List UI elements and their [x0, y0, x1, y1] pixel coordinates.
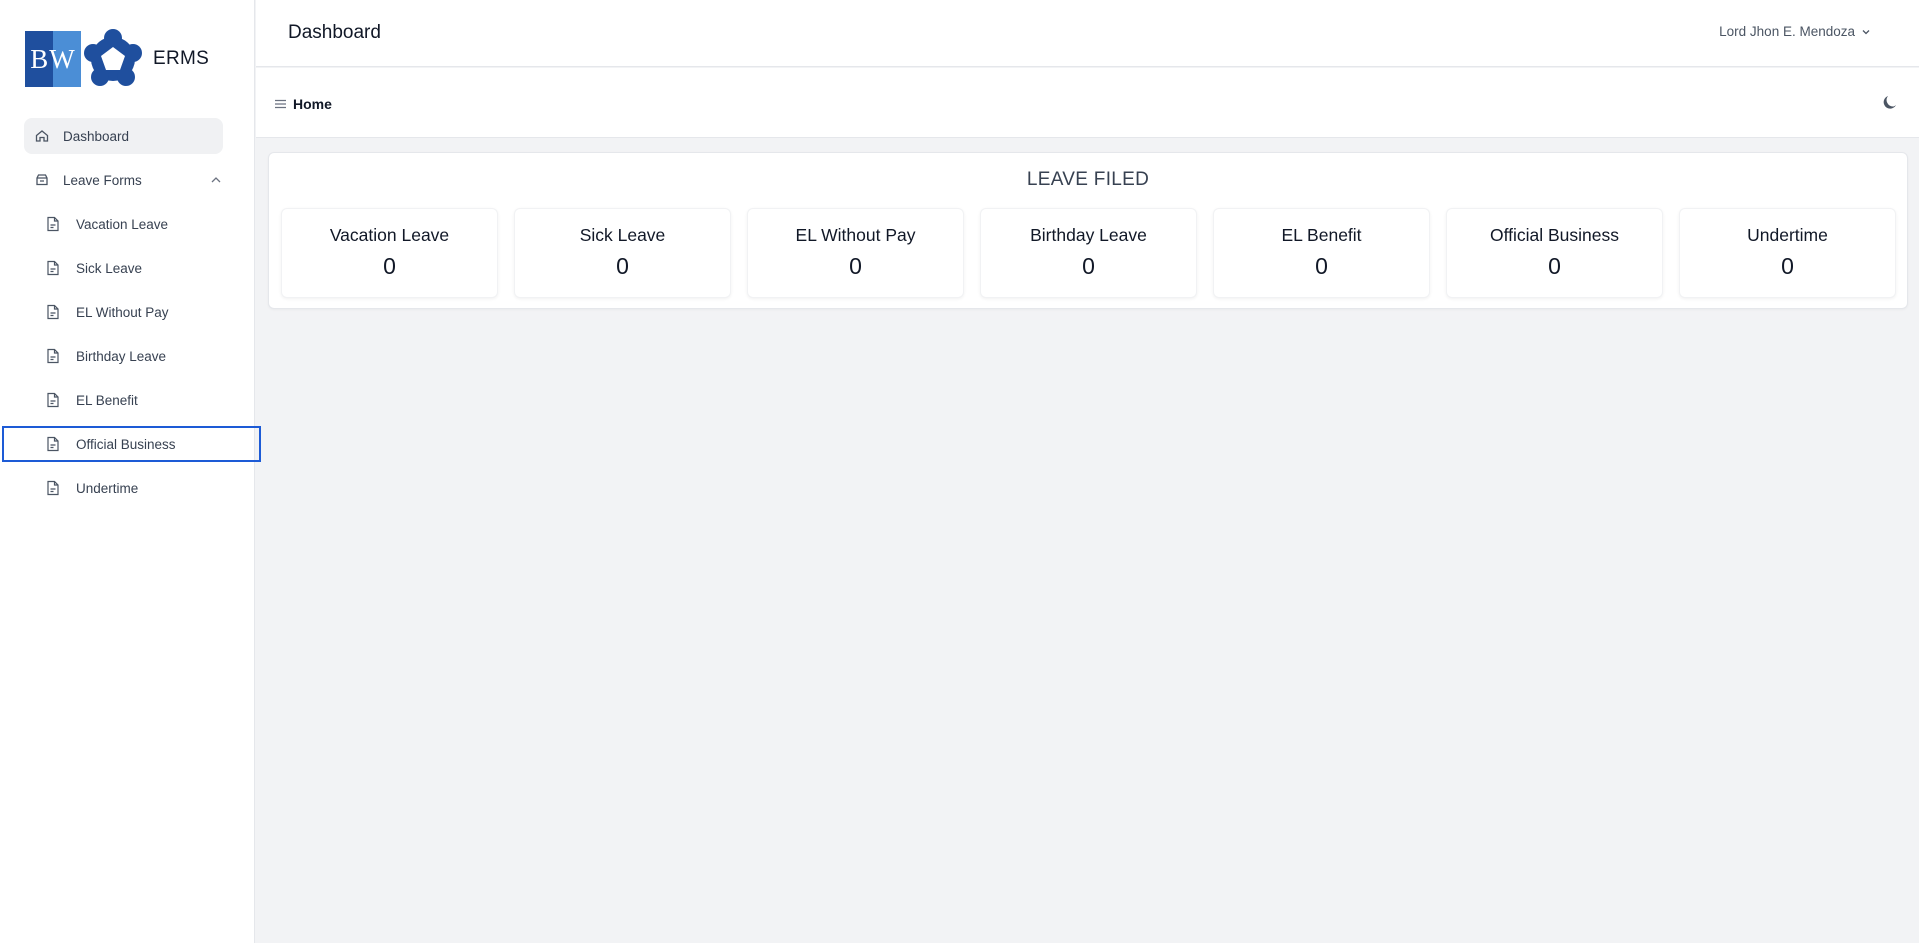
stat-sick-leave: Sick Leave 0 — [514, 208, 731, 298]
sidebar-item-sick-leave[interactable]: Sick Leave — [0, 250, 255, 286]
stat-label: Undertime — [1747, 225, 1828, 245]
menu-icon[interactable] — [274, 98, 287, 110]
stat-value: 0 — [1082, 253, 1095, 279]
sidebar-item-birthday-leave[interactable]: Birthday Leave — [0, 338, 255, 374]
sidebar-item-label: Birthday Leave — [76, 348, 167, 364]
page-title: Dashboard — [288, 22, 381, 43]
sidebar-item-label: Vacation Leave — [76, 216, 169, 232]
file-icon — [46, 260, 62, 276]
stat-el-without-pay: EL Without Pay 0 — [747, 208, 964, 298]
sidebar-item-el-benefit[interactable]: EL Benefit — [0, 382, 255, 418]
file-icon — [46, 348, 62, 364]
file-icon — [46, 304, 62, 320]
stat-value: 0 — [1315, 253, 1328, 279]
brand-logo[interactable]: BW ERMS — [25, 29, 209, 89]
home-icon — [34, 128, 50, 144]
stat-label: Sick Leave — [579, 225, 666, 245]
user-menu[interactable]: Lord Jhon E. Mendoza — [1719, 24, 1871, 39]
stat-undertime: Undertime 0 — [1679, 208, 1896, 298]
leave-filed-card: LEAVE FILED Vacation Leave 0 Sick Leave … — [268, 152, 1908, 309]
stat-birthday-leave: Birthday Leave 0 — [980, 208, 1197, 298]
sidebar-item-official-business[interactable]: Official Business — [2, 426, 261, 462]
inbox-icon — [34, 172, 50, 188]
stat-value: 0 — [1548, 253, 1561, 279]
stat-label: EL Without Pay — [795, 225, 916, 245]
sidebar-item-label: EL Without Pay — [76, 304, 169, 320]
sidebar-item-label: Dashboard — [63, 128, 130, 144]
sidebar-item-vacation-leave[interactable]: Vacation Leave — [0, 206, 255, 242]
chevron-down-icon — [1862, 29, 1870, 34]
stat-official-business: Official Business 0 — [1446, 208, 1663, 298]
sidebar-item-label: Leave Forms — [63, 172, 142, 188]
stat-label: Official Business — [1489, 225, 1620, 245]
stat-label: Vacation Leave — [329, 225, 450, 245]
stat-value: 0 — [383, 253, 396, 279]
sidebar-item-undertime[interactable]: Undertime — [0, 470, 255, 506]
file-icon — [46, 480, 62, 496]
file-icon — [46, 392, 62, 408]
stat-el-benefit: EL Benefit 0 — [1213, 208, 1430, 298]
breadcrumb-bar: Home — [256, 68, 1919, 138]
moon-icon[interactable] — [1881, 93, 1899, 111]
breadcrumb[interactable]: Home — [274, 96, 332, 112]
user-name: Lord Jhon E. Mendoza — [1719, 24, 1855, 39]
stat-value: 0 — [616, 253, 629, 279]
sidebar-nav: Dashboard Leave Forms Vacation Leave Sic… — [0, 118, 261, 514]
sidebar-item-label: Undertime — [76, 480, 139, 496]
file-icon — [46, 216, 62, 232]
sidebar-item-label: Sick Leave — [76, 260, 143, 276]
sidebar-item-el-without-pay[interactable]: EL Without Pay — [0, 294, 255, 330]
app-name: ERMS — [153, 48, 210, 69]
stat-value: 0 — [1781, 253, 1794, 279]
stat-value: 0 — [849, 253, 862, 279]
card-title: LEAVE FILED — [1026, 169, 1150, 190]
sidebar-item-label: Official Business — [76, 436, 176, 452]
bw-logo: BW — [25, 31, 81, 87]
stat-label: Birthday Leave — [1030, 225, 1147, 245]
sidebar-item-label: EL Benefit — [76, 392, 138, 408]
stat-label: EL Benefit — [1281, 225, 1362, 245]
sidebar: BW ERMS Dashboard Leave Forms Vacation L… — [0, 0, 261, 943]
file-icon — [46, 436, 62, 452]
chevron-up-icon[interactable] — [210, 174, 222, 186]
breadcrumb-home[interactable]: Home — [293, 96, 332, 112]
top-header: Dashboard Lord Jhon E. Mendoza — [256, 0, 1919, 67]
sidebar-item-dashboard[interactable]: Dashboard — [24, 118, 223, 154]
leave-stats: Vacation Leave 0 Sick Leave 0 EL Without… — [281, 208, 1896, 298]
flower-logo-icon — [84, 29, 142, 86]
sidebar-item-leave-forms[interactable]: Leave Forms — [0, 162, 255, 198]
stat-vacation-leave: Vacation Leave 0 — [281, 208, 498, 298]
